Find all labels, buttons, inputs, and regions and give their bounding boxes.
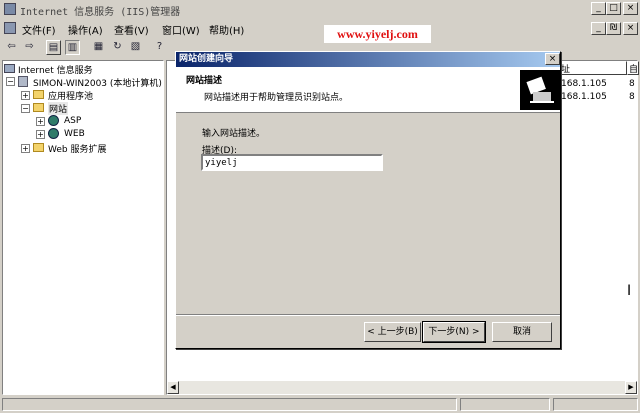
next-button[interactable]: 下一步(N) > [422,321,486,343]
status-cell [2,398,457,411]
help-icon[interactable]: ? [152,40,167,55]
tree-web-ext[interactable]: Web 服务扩展 [48,142,106,155]
status-bar [0,396,640,413]
back-arrow-icon[interactable]: ⇦ [4,40,19,55]
expand-icon[interactable]: + [21,91,30,100]
wizard-dialog: 网站创建向导 × 网站描述 网站描述用于帮助管理员识别站点。 输入网站描述。 描… [175,51,561,349]
up-folder-icon[interactable]: ▤ [46,40,61,55]
properties-icon[interactable]: ▦ [91,40,106,55]
close-button[interactable]: × [623,2,638,15]
status-cell [460,398,550,411]
column-header-address[interactable]: 址 [557,61,627,75]
maximize-button[interactable]: □ [606,2,621,15]
status-cell [553,398,638,411]
cancel-button[interactable]: 取消 [492,322,552,342]
menu-action[interactable]: 操作(A) [68,22,103,37]
tree-site-asp[interactable]: ASP [64,116,81,126]
description-input[interactable] [201,154,383,171]
server-icon [18,76,28,87]
list-cell-status: 8 [629,79,635,89]
expand-icon[interactable]: + [36,117,45,126]
dialog-close-button[interactable]: × [545,53,560,65]
menu-window[interactable]: 窗口(W) [162,22,200,37]
expand-icon[interactable]: + [21,144,30,153]
menu-view[interactable]: 查看(V) [114,22,149,37]
window-title: Internet 信息服务 (IIS)管理器 [20,7,181,18]
dialog-heading: 网站描述 [186,76,223,86]
iis-app-icon [4,3,16,15]
collapse-icon[interactable]: − [6,77,15,86]
tree-server-label[interactable]: SIMON-WIN2003 (本地计算机) [33,76,162,89]
menu-file[interactable]: 文件(F) [22,22,56,37]
child-restore-button[interactable]: ₪ [606,22,621,35]
child-minimize-button[interactable]: _ [591,22,606,35]
show-tree-icon[interactable]: ▥ [65,40,80,55]
scroll-left-icon[interactable]: ◀ [167,381,179,394]
menu-help[interactable]: 帮助(H) [209,22,244,37]
tree-pane: Internet 信息服务 − SIMON-WIN2003 (本地计算机) + … [2,60,164,395]
tree-site-web[interactable]: WEB [64,129,85,139]
tree-root-label[interactable]: Internet 信息服务 [18,63,93,76]
mmc-icon [4,22,16,34]
column-header-status[interactable]: 自 [627,61,639,75]
horizontal-scrollbar[interactable]: ◀ ▶ [167,381,637,394]
back-button[interactable]: < 上一步(B) [364,322,421,342]
refresh-icon[interactable]: ↻ [110,40,125,55]
dialog-title: 网站创建向导 [176,52,560,67]
dialog-subheading: 网站描述用于帮助管理员识别站点。 [204,93,349,103]
text-cursor-icon: I [627,283,632,299]
export-icon[interactable]: ▧ [128,40,143,55]
tree-app-pools[interactable]: 应用程序池 [48,89,93,102]
collapse-icon[interactable]: − [21,104,30,113]
globe-icon [48,128,59,139]
app-titlebar: Internet 信息服务 (IIS)管理器 _ □ × [0,0,640,18]
wizard-graphic-icon [520,70,560,110]
description-prompt: 输入网站描述。 [202,129,266,139]
computer-icon [4,64,15,73]
list-cell-status: 8 [629,92,635,102]
folder-icon [33,90,44,99]
expand-icon[interactable]: + [36,130,45,139]
scroll-right-icon[interactable]: ▶ [625,381,637,394]
minimize-button[interactable]: _ [591,2,606,15]
globe-icon [48,115,59,126]
list-cell-ip: 168.1.105 [561,92,607,102]
child-close-button[interactable]: × [623,22,638,35]
dialog-header: 网站描述 网站描述用于帮助管理员识别站点。 [176,67,560,113]
folder-icon [33,143,44,152]
folder-open-icon [33,103,44,112]
forward-arrow-icon[interactable]: ⇨ [22,40,37,55]
list-cell-ip: 168.1.105 [561,79,607,89]
tree-websites[interactable]: 网站 [48,102,69,115]
separator [176,314,560,316]
menu-bar: 文件(F) 操作(A) 查看(V) 窗口(W) 帮助(H) _ ₪ × [0,19,640,37]
